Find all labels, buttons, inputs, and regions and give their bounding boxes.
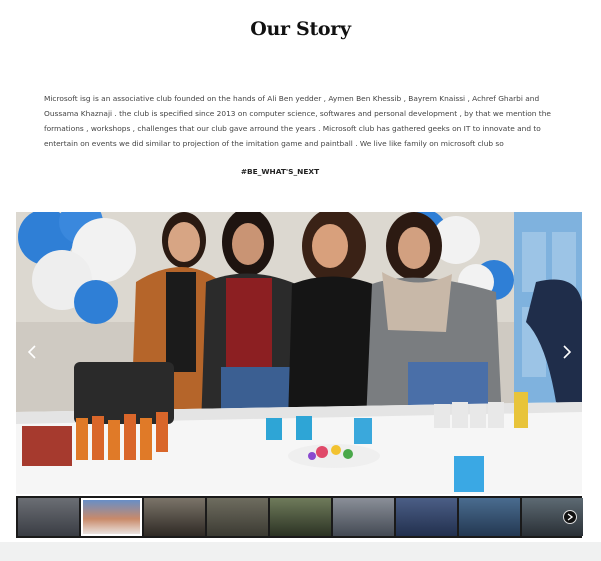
thumbnail[interactable] <box>396 498 457 536</box>
thumbnail-strip <box>16 496 583 538</box>
thumbnail[interactable] <box>144 498 205 536</box>
gallery-prev-button[interactable] <box>24 342 40 362</box>
thumbnail[interactable] <box>270 498 331 536</box>
thumbnail-next-button[interactable] <box>563 510 577 524</box>
footer-band <box>0 542 601 561</box>
chevron-right-icon <box>567 513 573 521</box>
gallery-main-image <box>16 212 582 494</box>
hashtag: #BE_WHAT'S_NEXT <box>240 167 320 176</box>
chevron-left-icon <box>27 345 36 359</box>
thumbnail[interactable] <box>18 498 79 536</box>
thumbnail[interactable] <box>459 498 520 536</box>
gallery-next-button[interactable] <box>559 342 575 362</box>
story-paragraph: Microsoft isg is an associative club fou… <box>44 94 551 148</box>
page-title: Our Story <box>250 18 351 40</box>
chevron-right-icon <box>563 345 572 359</box>
thumbnail[interactable] <box>207 498 268 536</box>
thumbnail-active[interactable] <box>81 498 142 536</box>
thumbnail[interactable] <box>333 498 394 536</box>
